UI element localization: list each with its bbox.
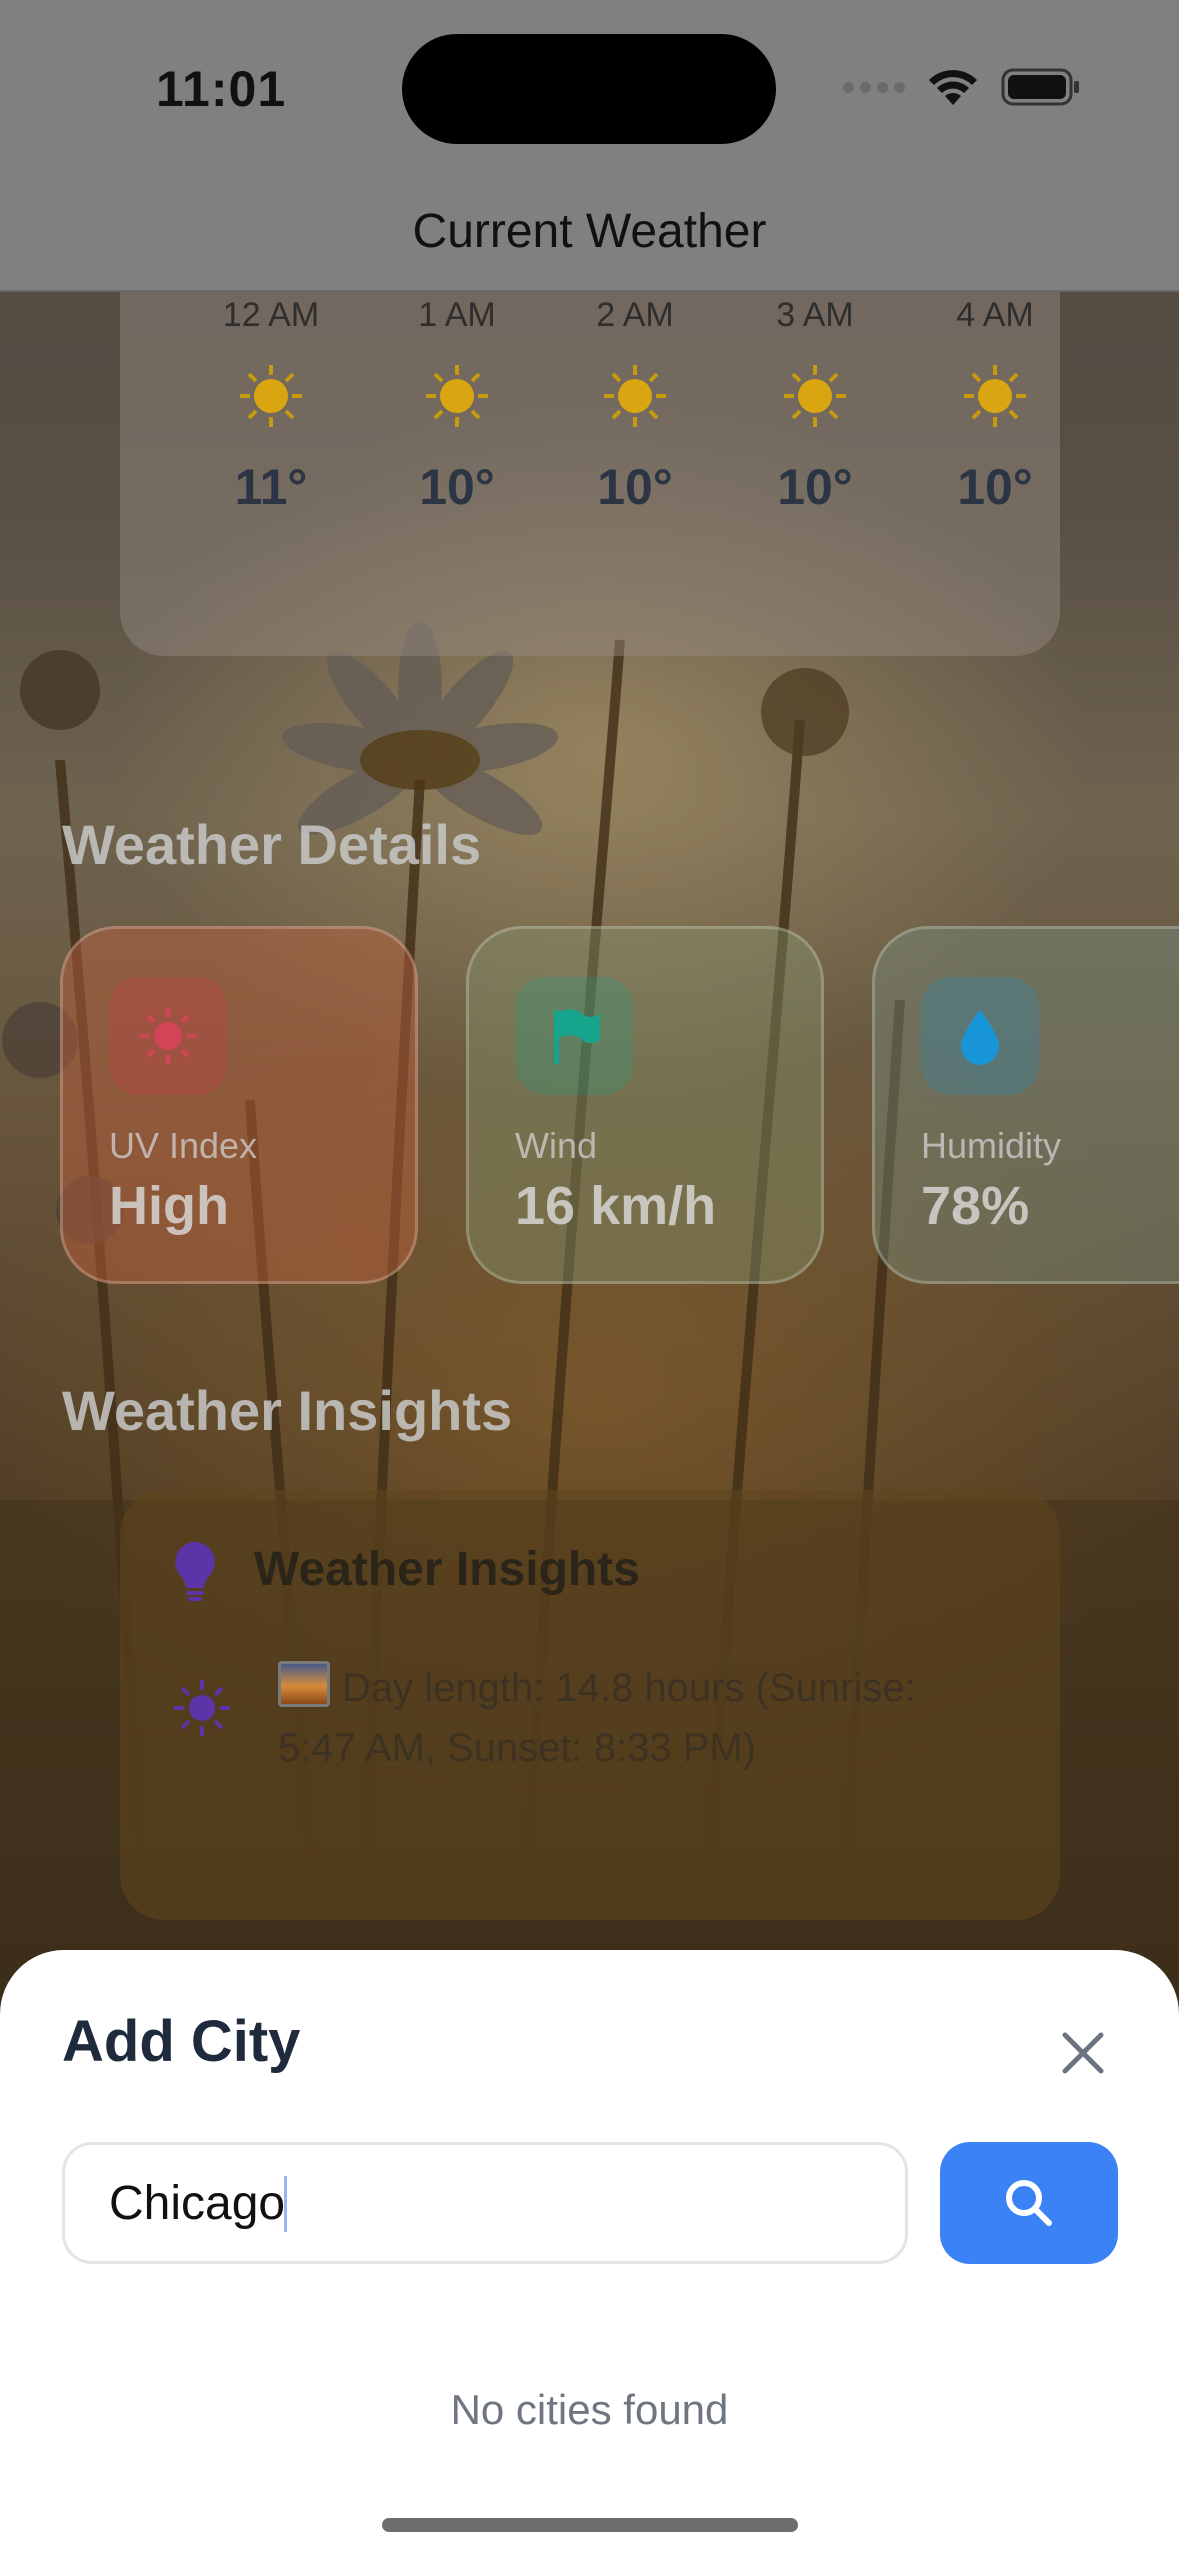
sun-icon [426, 365, 488, 427]
weather-insights-heading: Weather Insights [62, 1379, 513, 1442]
hourly-item: 12 AM 11° [186, 292, 356, 516]
wifi-icon [929, 70, 977, 105]
lightbulb-icon [175, 1542, 215, 1601]
navigation-bar: 11:01 Current Weather [0, 0, 1179, 292]
sunrise-emoji-icon [278, 1661, 330, 1707]
weather-insights-card[interactable]: Weather Insights Day length: 14.8 hours … [120, 1490, 1060, 1920]
sheet-title: Add City [62, 2009, 301, 2074]
search-icon [1006, 2180, 1052, 2226]
hour-time: 12 AM [222, 296, 320, 334]
detail-value: 16 km/h [515, 1176, 717, 1236]
detail-value: 78% [921, 1176, 1030, 1236]
close-button[interactable] [1050, 2020, 1116, 2086]
sun-icon [964, 365, 1026, 427]
insight-item: Day length: 14.8 hours (Sunrise: 5:47 AM… [278, 1658, 998, 1778]
detail-label: UV Index [109, 1125, 258, 1166]
hour-temp: 10° [957, 459, 1033, 515]
detail-label: Wind [515, 1125, 598, 1166]
wind-card[interactable]: Wind 16 km/h [466, 926, 824, 1284]
city-search-input[interactable] [62, 2142, 908, 2264]
sun-icon [174, 1680, 230, 1736]
dynamic-island [402, 34, 776, 144]
add-city-sheet: Add City No cities found [0, 1950, 1179, 2556]
hour-time: 3 AM [776, 296, 854, 334]
status-time: 11:01 [156, 61, 287, 117]
home-indicator[interactable] [382, 2518, 798, 2532]
page-title: Current Weather [412, 205, 767, 258]
sun-icon [784, 365, 846, 427]
hour-temp: 11° [234, 459, 308, 515]
detail-label: Humidity [921, 1125, 1062, 1166]
weather-details-heading: Weather Details [62, 813, 482, 876]
uv-index-card[interactable]: UV Index High [60, 926, 418, 1284]
hourly-item: 3 AM 10° [730, 292, 900, 516]
insights-card-title: Weather Insights [254, 1543, 640, 1596]
humidity-card[interactable]: Humidity 78% [872, 926, 1179, 1284]
detail-value: High [109, 1176, 229, 1236]
hour-time: 1 AM [418, 296, 496, 334]
hour-temp: 10° [597, 459, 673, 515]
hour-time: 4 AM [956, 296, 1034, 334]
sun-icon [240, 365, 302, 427]
hour-temp: 10° [419, 459, 495, 515]
hourly-item: 1 AM 10° [372, 292, 542, 516]
flag-icon [515, 977, 633, 1095]
water-drop-icon [921, 977, 1039, 1095]
insight-text: Day length: 14.8 hours (Sunrise: 5:47 AM… [278, 1666, 916, 1770]
sun-icon [604, 365, 666, 427]
hour-time: 2 AM [596, 296, 674, 334]
text-cursor [284, 2176, 287, 2232]
signal-icon [843, 81, 905, 93]
hourly-forecast-card[interactable]: 12 AM 11° 1 AM 10° 2 AM 10° 3 AM 10° 4 A… [120, 292, 1060, 656]
search-button[interactable] [940, 2142, 1118, 2264]
close-icon [1062, 2032, 1104, 2074]
hourly-item: 4 AM 10° [910, 292, 1080, 516]
battery-icon [1001, 68, 1079, 106]
empty-state-message: No cities found [450, 2386, 729, 2433]
hour-temp: 10° [777, 459, 853, 515]
hourly-item: 2 AM 10° [550, 292, 720, 516]
sun-icon [109, 977, 227, 1095]
status-icons [843, 62, 1081, 112]
